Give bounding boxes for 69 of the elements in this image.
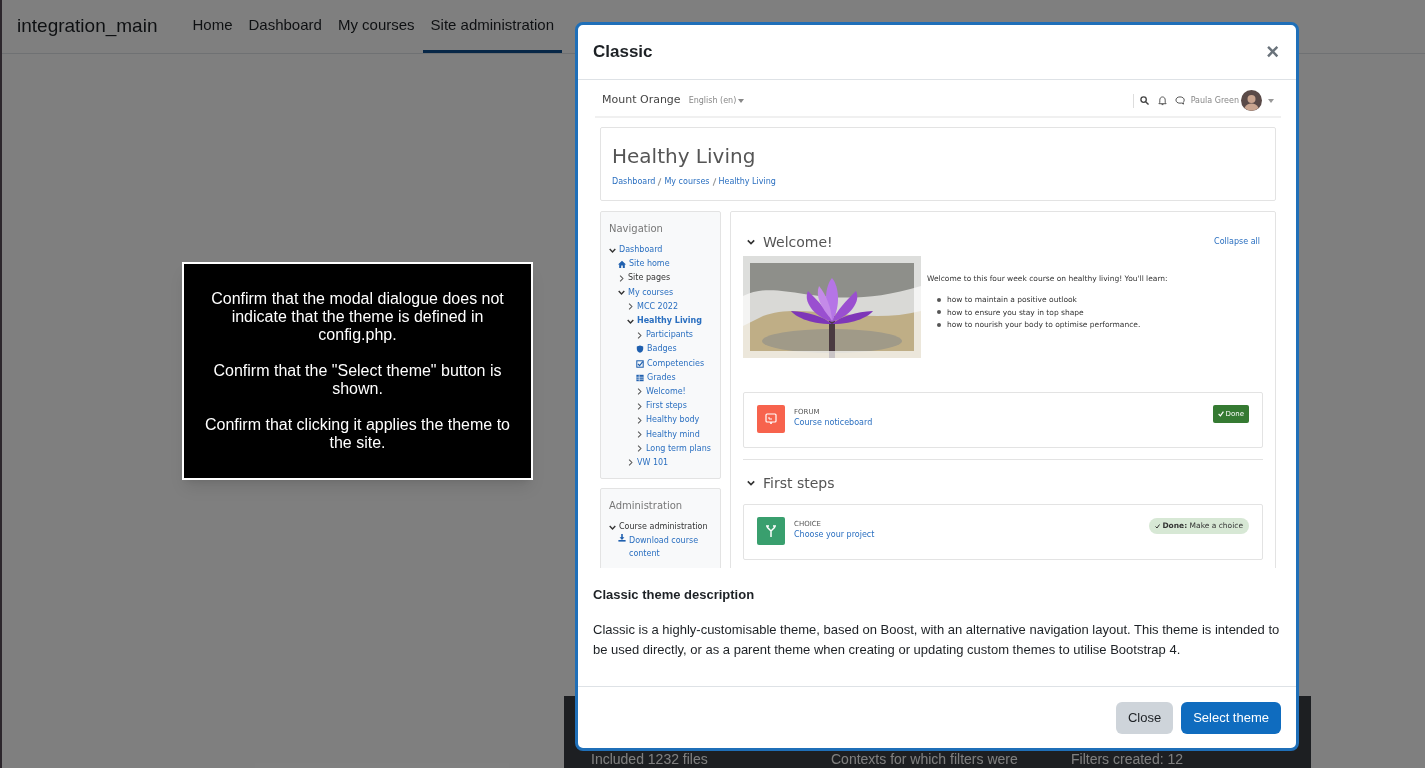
chat-icon xyxy=(1174,96,1185,105)
search-icon xyxy=(1139,96,1149,105)
house-icon xyxy=(618,260,626,269)
nav-link[interactable]: Download course content xyxy=(629,534,709,561)
fork-icon xyxy=(757,517,785,545)
close-button[interactable]: Close xyxy=(1115,701,1174,734)
panel-text: Included 1232 files xyxy=(591,752,709,767)
bullet-icon xyxy=(937,322,941,327)
nav-link[interactable]: Participants xyxy=(646,329,693,342)
section-title[interactable]: First steps xyxy=(763,472,835,494)
activity-link[interactable]: Course noticeboard xyxy=(794,417,873,429)
nav-link[interactable]: Home xyxy=(184,0,241,53)
nav-label: Site pages xyxy=(628,272,671,285)
select-theme-button[interactable]: Select theme xyxy=(1181,701,1281,734)
caret-icon xyxy=(738,98,745,103)
language-label: English (en) xyxy=(688,94,737,107)
site-name[interactable]: Mount Orange xyxy=(602,92,681,109)
collapse-all-link[interactable]: Collapse all xyxy=(1214,236,1260,248)
section-title[interactable]: Welcome! xyxy=(763,231,833,253)
nav-link[interactable]: Healthy Living xyxy=(637,315,702,328)
nav-link[interactable]: My courses xyxy=(329,0,423,53)
chevron-down-icon xyxy=(747,479,755,487)
panel-text: Filters created: 12 xyxy=(1071,752,1185,767)
nav-link[interactable]: First steps xyxy=(646,400,687,413)
block-title: Administration xyxy=(609,499,684,513)
nav-link[interactable]: VW 101 xyxy=(637,456,669,469)
site-name[interactable]: integration_main xyxy=(17,12,158,41)
nav-link[interactable]: Site home xyxy=(629,258,670,271)
nav-label: Course administration xyxy=(619,521,708,534)
nav-link[interactable]: Healthy mind xyxy=(646,428,700,441)
chevron-down-icon xyxy=(747,238,755,246)
nav-link[interactable]: Competencies xyxy=(647,357,705,370)
download-icon xyxy=(618,534,626,543)
nav-link[interactable]: Site administration xyxy=(422,0,562,53)
avatar xyxy=(1241,90,1262,111)
description-text: Classic is a highly-customisable theme, based on Boost, with an alternative navigation layout. This theme is intended to be used directly, or as a parent theme when creating or updating custom themes to utilise Bootstrap 4. xyxy=(593,620,1281,659)
course-title: Healthy Living xyxy=(612,143,757,169)
nav-link[interactable]: Welcome! xyxy=(646,385,686,398)
nav-link[interactable]: Long term plans xyxy=(646,442,711,455)
nav-link[interactable]: Badges xyxy=(647,343,677,356)
shield-icon xyxy=(636,345,644,354)
nav-link[interactable]: Healthy body xyxy=(646,414,700,427)
check-icon xyxy=(1155,523,1161,529)
user-name[interactable]: Paula Green xyxy=(1190,94,1239,107)
block-title: Navigation xyxy=(609,222,664,236)
panel-text: Contexts for which filters were xyxy=(831,752,1019,767)
bell-icon xyxy=(1157,95,1167,106)
breadcrumb-link[interactable]: Dashboard xyxy=(612,176,656,188)
close-button[interactable]: × xyxy=(1264,41,1281,63)
nav-link[interactable]: Dashboard xyxy=(240,0,330,53)
instruction-text: Confirm that the "Select theme" button is shown. xyxy=(212,362,503,398)
nav-link[interactable]: MCC 2022 xyxy=(637,300,678,313)
check-icon xyxy=(1217,411,1224,417)
checkbox-icon xyxy=(636,359,644,368)
nav-link[interactable]: Grades xyxy=(647,371,676,384)
breadcrumb-link[interactable]: My courses xyxy=(664,176,710,188)
nav-link[interactable]: My courses xyxy=(628,286,674,299)
bullet-icon xyxy=(937,297,941,302)
instruction-text: Confirm that clicking it applies the theme to the site. xyxy=(204,416,511,452)
caret-icon xyxy=(1268,98,1274,103)
forum-icon xyxy=(757,405,785,433)
instruction-text: Confirm that the modal dialogue does not indicate that the theme is defined in config.php. xyxy=(210,290,505,344)
breadcrumb-link[interactable]: Healthy Living xyxy=(718,176,776,188)
nav-link[interactable]: Dashboard xyxy=(619,244,663,257)
activity-link[interactable]: Choose your project xyxy=(794,529,875,541)
description-title: Classic theme description xyxy=(593,586,756,604)
modal-title: Classic xyxy=(593,41,653,64)
table-icon xyxy=(636,373,644,382)
bullet-icon xyxy=(937,310,941,315)
